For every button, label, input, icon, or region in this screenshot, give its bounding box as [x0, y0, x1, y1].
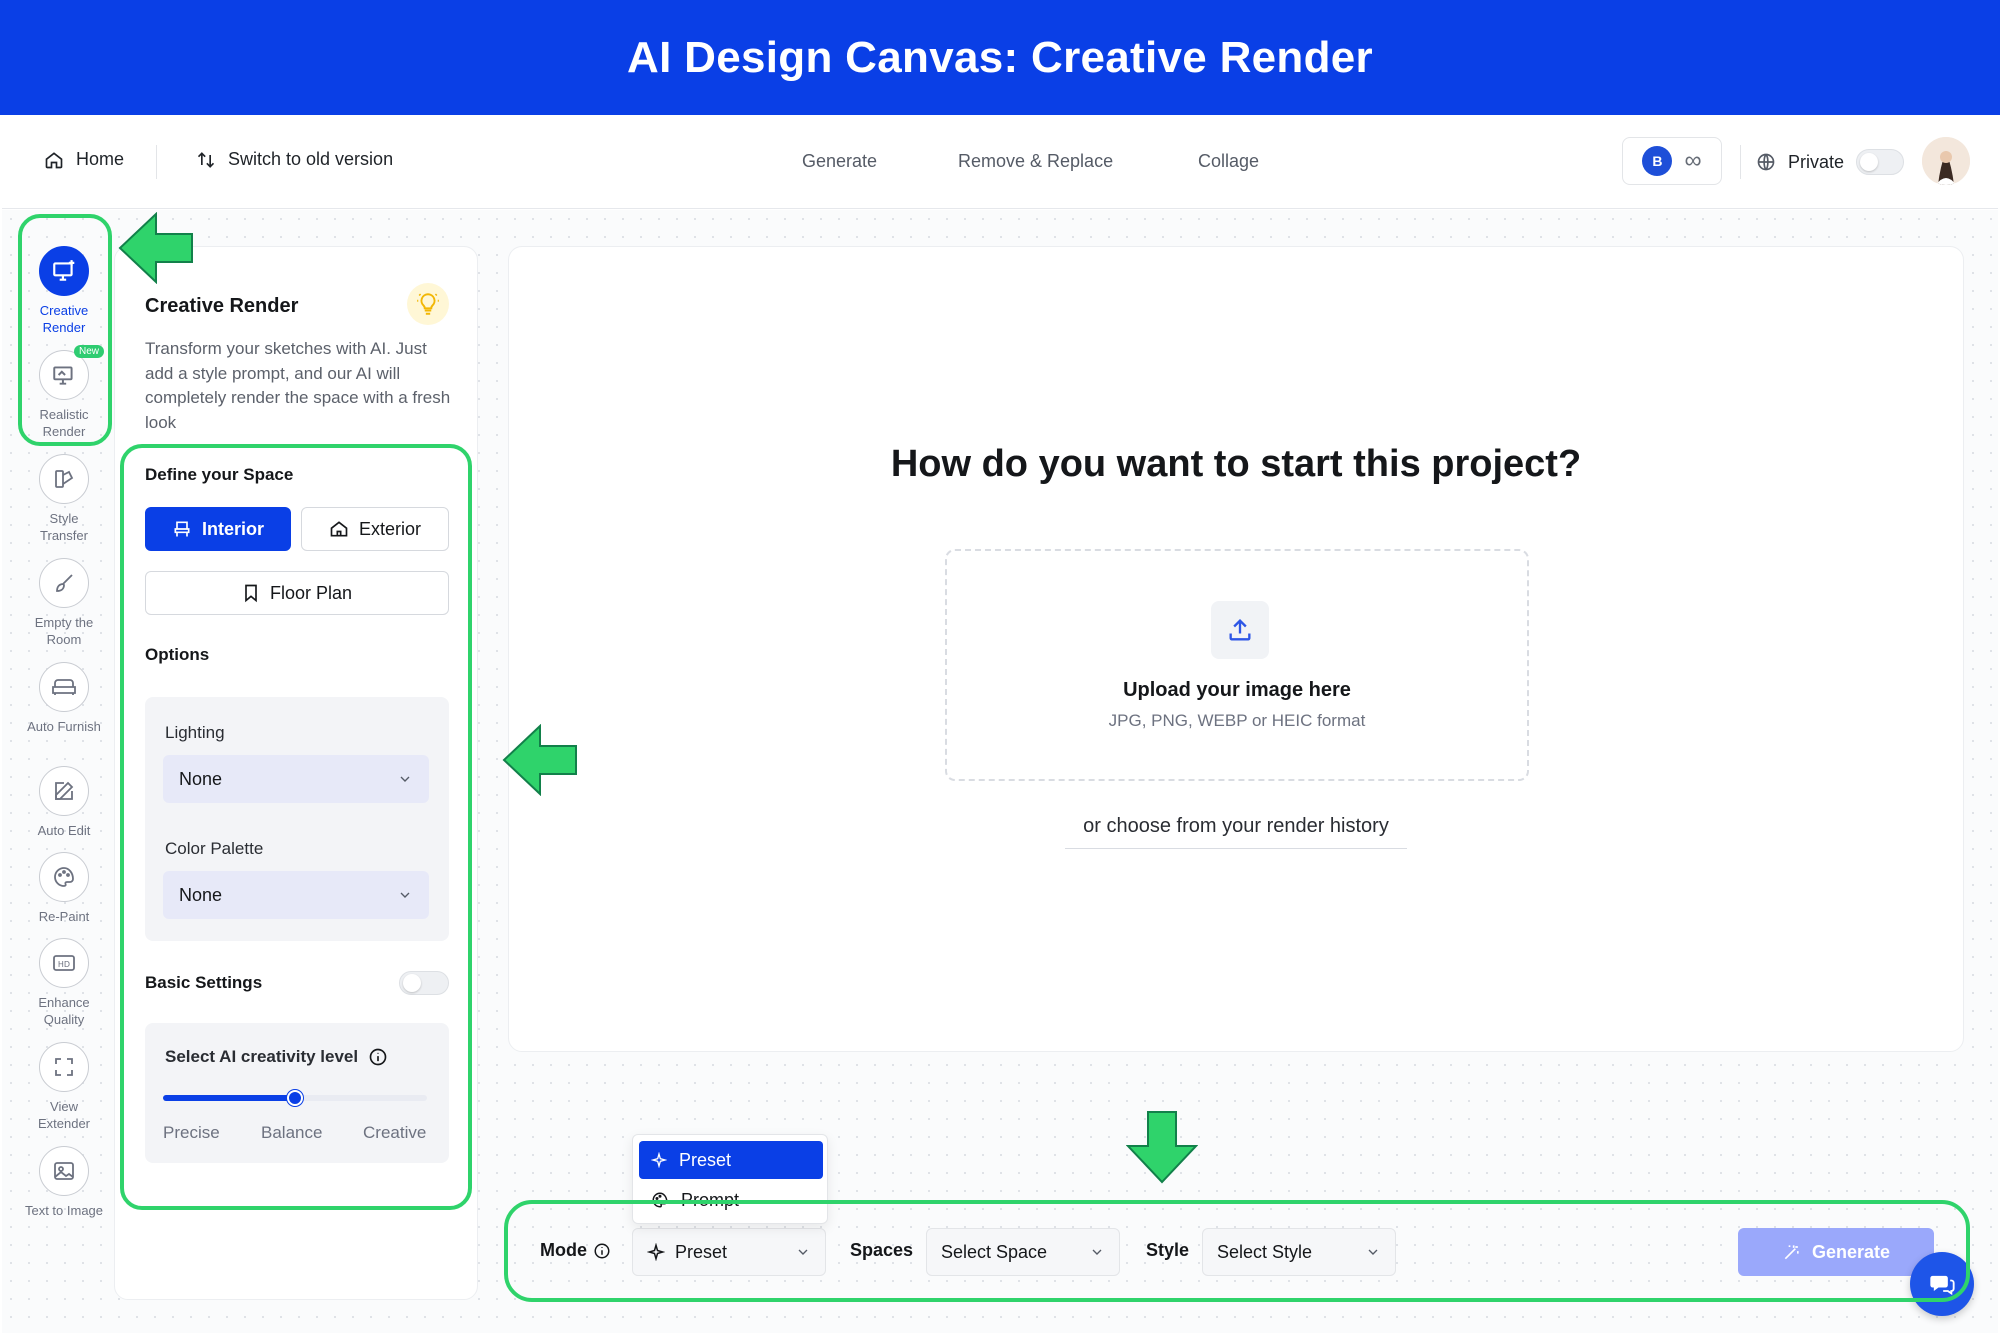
tool-label: Enhance Quality [38, 995, 90, 1027]
tool-label: View Extender [37, 1099, 91, 1131]
tool-label: Style Transfer [40, 511, 88, 543]
infinity-icon: ∞ [1684, 147, 1702, 174]
tool-auto-furnish[interactable]: Auto Furnish [18, 662, 110, 735]
tool-style-transfer[interactable]: Style Transfer [18, 454, 110, 544]
panel-description: Transform your sketches with AI. Just ad… [145, 339, 451, 432]
mode-option-label: Preset [679, 1149, 732, 1170]
arrow-left-icon [502, 724, 577, 796]
private-toggle-group: Private [1756, 149, 1905, 175]
tool-label: Empty the Room [34, 615, 94, 647]
project-canvas: How do you want to start this project? U… [508, 246, 1964, 1052]
switch-version-label: Switch to old version [228, 149, 394, 169]
nav-divider [1740, 145, 1741, 179]
highlight-generation-bar [504, 1200, 1970, 1302]
expand-icon [39, 1042, 89, 1092]
tool-text-to-image[interactable]: Text to Image [18, 1146, 110, 1219]
tool-label: Text to Image [24, 1203, 104, 1218]
tool-empty-the-room[interactable]: Empty the Room [18, 558, 110, 648]
top-navigation: Home Switch to old version Generate Remo… [2, 117, 1998, 209]
upload-dropzone[interactable]: Upload your image here JPG, PNG, WEBP or… [945, 549, 1529, 781]
banner-title: AI Design Canvas: Creative Render [627, 32, 1373, 82]
tool-label: Auto Edit [37, 823, 91, 838]
start-project-heading: How do you want to start this project? [890, 443, 1582, 485]
palette-icon [39, 852, 89, 902]
swap-icon [197, 151, 215, 168]
upload-icon [1211, 601, 1269, 659]
panel-title: Creative Render [145, 295, 299, 317]
mode-option-preset[interactable]: Preset [639, 1141, 823, 1179]
brush-icon [39, 558, 89, 608]
lightbulb-icon[interactable] [407, 283, 449, 325]
sparkle-icon [651, 1152, 667, 1168]
home-icon [45, 151, 63, 168]
credits-indicator[interactable]: B ∞ [1622, 137, 1722, 185]
credit-badge: B [1642, 146, 1673, 176]
switch-version-link[interactable]: Switch to old version [196, 149, 393, 170]
arrow-down-icon [1126, 1111, 1198, 1184]
tab-remove-replace[interactable]: Remove & Replace [958, 151, 1113, 172]
tool-label: Re-Paint [38, 909, 90, 924]
globe-icon [1757, 153, 1775, 171]
avatar[interactable] [1922, 137, 1970, 185]
tool-view-extender[interactable]: View Extender [18, 1042, 110, 1132]
style-transfer-icon [39, 454, 89, 504]
private-toggle[interactable] [1856, 149, 1905, 175]
highlight-panel-settings [120, 444, 472, 1210]
sofa-icon [39, 662, 89, 712]
tool-auto-edit[interactable]: Auto Edit [18, 766, 110, 839]
image-icon [39, 1146, 89, 1196]
highlight-tool-rail [18, 214, 112, 446]
tool-label: Auto Furnish [27, 719, 101, 734]
arrow-left-icon [118, 212, 193, 284]
hd-icon: HD [39, 938, 89, 988]
edit-icon [39, 766, 89, 816]
home-label: Home [76, 149, 125, 169]
render-history-link[interactable]: or choose from your render history [1065, 815, 1407, 849]
private-label: Private [1788, 151, 1845, 172]
upload-formats: JPG, PNG, WEBP or HEIC format [1108, 711, 1366, 730]
tab-collage[interactable]: Collage [1198, 151, 1259, 172]
tool-enhance-quality[interactable]: HD Enhance Quality [18, 938, 110, 1028]
svg-text:HD: HD [58, 960, 70, 969]
nav-divider [156, 145, 157, 179]
title-banner: AI Design Canvas: Creative Render [0, 0, 2000, 115]
home-link[interactable]: Home [44, 149, 124, 170]
tool-re-paint[interactable]: Re-Paint [18, 852, 110, 925]
upload-title: Upload your image here [1123, 679, 1351, 701]
tab-generate[interactable]: Generate [802, 151, 877, 172]
